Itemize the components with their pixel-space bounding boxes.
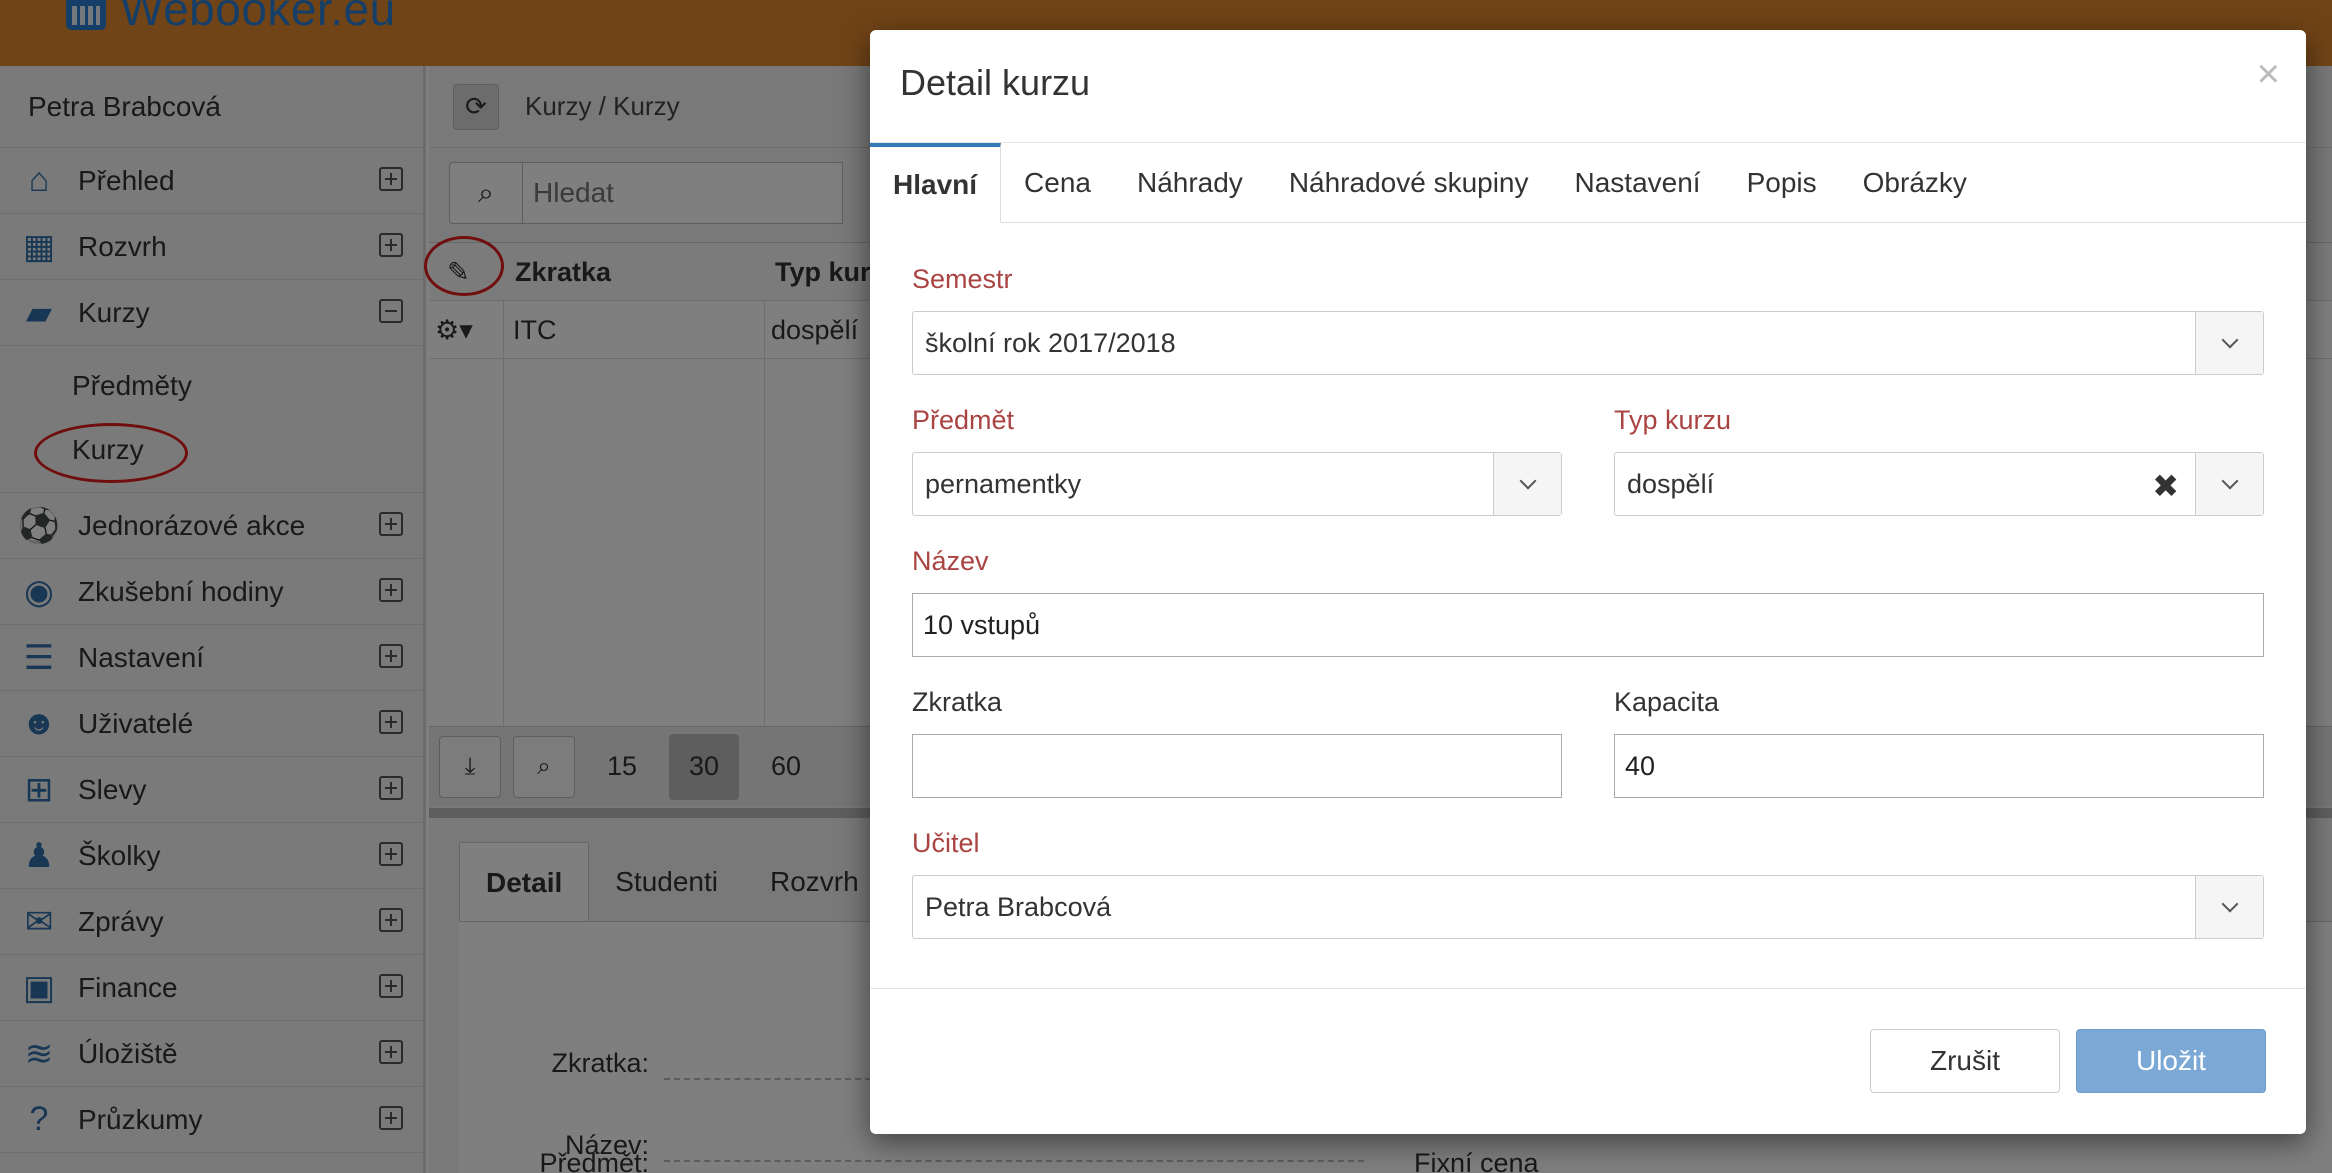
- predmet-label: Předmět: [912, 405, 1015, 435]
- zkratka-label: Zkratka: [912, 687, 1003, 717]
- tab-popis[interactable]: Popis: [1724, 143, 1840, 223]
- course-detail-modal: Detail kurzu × Hlavní Cena Náhrady Náhra…: [870, 30, 2306, 1134]
- modal-tabs: Hlavní Cena Náhrady Náhradové skupiny Na…: [870, 143, 2306, 223]
- tab-nahradove-skupiny[interactable]: Náhradové skupiny: [1266, 143, 1552, 223]
- tab-cena[interactable]: Cena: [1001, 143, 1114, 223]
- kapacita-input[interactable]: 40: [1614, 734, 2264, 798]
- modal-footer: Zrušit Uložit: [870, 988, 2306, 1134]
- typ-kurzu-label: Typ kurzu: [1614, 405, 1732, 435]
- tab-hlavni[interactable]: Hlavní: [870, 143, 1002, 223]
- chevron-down-icon[interactable]: [2195, 876, 2263, 938]
- nazev-label: Název: [912, 546, 989, 576]
- modal-title: Detail kurzu: [900, 62, 1091, 103]
- ucitel-select[interactable]: Petra Brabcová: [912, 875, 2264, 939]
- semestr-label: Semestr: [912, 264, 1013, 294]
- typ-kurzu-value: dospělí: [1627, 468, 1715, 499]
- zkratka-input[interactable]: [912, 734, 1562, 798]
- predmet-value: pernamentky: [925, 468, 1082, 499]
- tab-obrazky[interactable]: Obrázky: [1840, 143, 1990, 223]
- chevron-down-icon[interactable]: [1493, 453, 1561, 515]
- predmet-select[interactable]: pernamentky: [912, 452, 1562, 516]
- save-button[interactable]: Uložit: [2076, 1029, 2266, 1093]
- chevron-down-icon[interactable]: [2195, 312, 2263, 374]
- chevron-down-icon[interactable]: [2195, 453, 2263, 515]
- modal-header: Detail kurzu ×: [870, 30, 2306, 143]
- typ-kurzu-select[interactable]: dospělí ✖: [1614, 452, 2264, 516]
- semestr-select[interactable]: školní rok 2017/2018: [912, 311, 2264, 375]
- cancel-button[interactable]: Zrušit: [1870, 1029, 2060, 1093]
- ucitel-value: Petra Brabcová: [925, 891, 1112, 922]
- nazev-input[interactable]: 10 vstupů: [912, 593, 2264, 657]
- kapacita-label: Kapacita: [1614, 687, 1720, 717]
- tab-nahrady[interactable]: Náhrady: [1114, 143, 1266, 223]
- ucitel-label: Učitel: [912, 828, 980, 858]
- semestr-value: školní rok 2017/2018: [925, 327, 1176, 358]
- clear-icon[interactable]: ✖: [2152, 467, 2179, 505]
- close-icon[interactable]: ×: [2257, 52, 2280, 97]
- tab-nastaveni[interactable]: Nastavení: [1552, 143, 1724, 223]
